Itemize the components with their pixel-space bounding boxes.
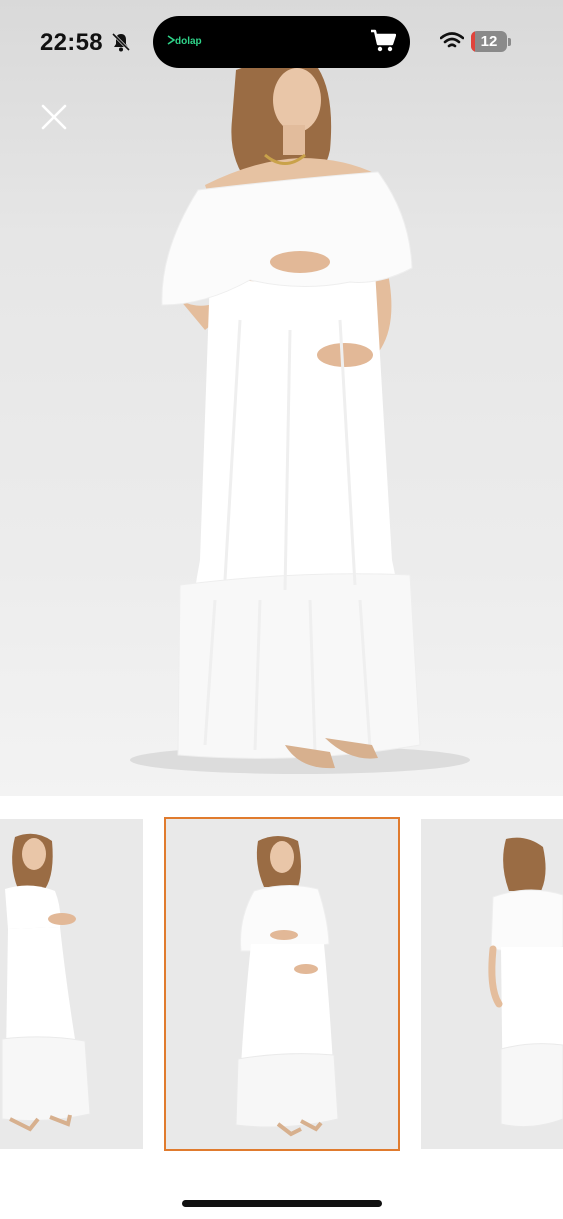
- thumbnail-back[interactable]: [421, 819, 563, 1149]
- cart-icon[interactable]: [370, 29, 397, 58]
- model-photo: [130, 61, 470, 774]
- thumbnail-front[interactable]: [164, 817, 400, 1151]
- main-product-photo[interactable]: [0, 0, 563, 796]
- battery-cap: [508, 38, 511, 46]
- wifi-icon: [439, 32, 465, 55]
- thumbnail-strip[interactable]: [0, 816, 563, 1151]
- app-brand-label: dolap: [175, 36, 202, 47]
- battery-level: 12: [480, 33, 498, 50]
- close-button[interactable]: [38, 101, 70, 133]
- bell-off-icon: [110, 31, 132, 58]
- status-bar: 22:58 dolap 12: [0, 0, 563, 86]
- thumbnail-photo: [1, 833, 91, 1132]
- thumbnail-front-left[interactable]: [0, 819, 143, 1149]
- clock: 22:58: [40, 29, 103, 56]
- thumbnail-photo: [235, 836, 339, 1137]
- battery-icon: 12: [471, 31, 507, 52]
- dolap-logo-icon: dolap: [167, 35, 202, 47]
- dynamic-island[interactable]: dolap: [153, 16, 410, 68]
- close-icon: [41, 104, 67, 130]
- home-indicator[interactable]: [182, 1200, 382, 1207]
- thumbnail-photo: [488, 837, 563, 1128]
